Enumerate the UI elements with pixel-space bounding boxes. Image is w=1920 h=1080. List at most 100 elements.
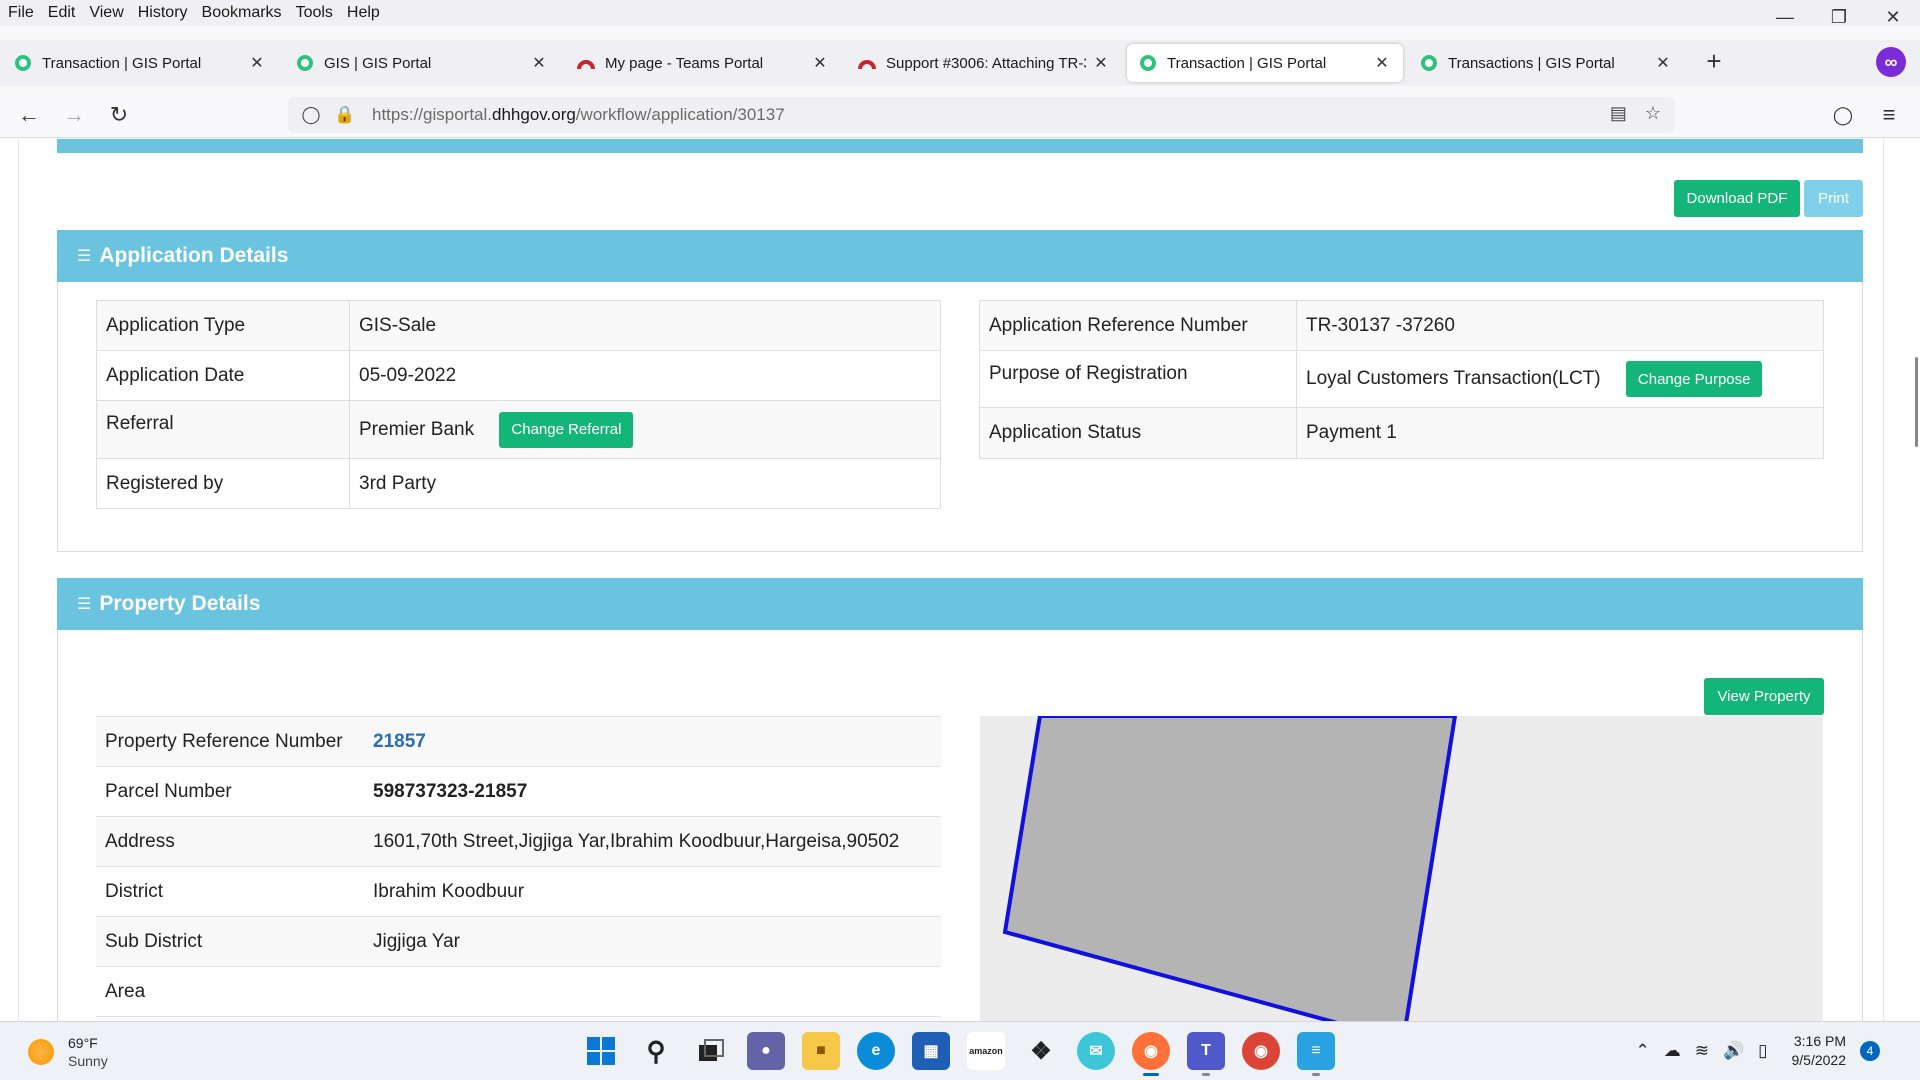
tab-transactions[interactable]: Transactions | GIS Portal ✕ <box>1408 44 1684 82</box>
sun-icon <box>28 1039 54 1065</box>
tab-title: Support #3006: Attaching TR-30 <box>886 54 1086 72</box>
close-window-button[interactable]: ✕ <box>1866 0 1920 34</box>
menu-bookmarks[interactable]: Bookmarks <box>195 4 289 22</box>
table-row: Address 1601,70th Street,Jigjiga Yar,Ibr… <box>96 816 941 867</box>
tab-title: GIS | GIS Portal <box>324 54 432 72</box>
scrollbar[interactable] <box>1915 357 1918 447</box>
taskbar-apps: ⚲ ● ■ e ▦ amazon ❖ ✉ ◉ T ◉ ≡ <box>582 1032 1335 1076</box>
url-bar[interactable]: ◯ 🔒 https://gisportal.dhhgov.org/workflo… <box>288 97 1675 133</box>
notepad-icon[interactable]: ≡ <box>1297 1032 1335 1076</box>
mail-icon[interactable]: ✉ <box>1077 1032 1115 1070</box>
change-referral-button[interactable]: Change Referral <box>499 411 634 448</box>
teams-icon[interactable]: T <box>1187 1032 1225 1076</box>
close-icon[interactable]: ✕ <box>1092 53 1110 73</box>
extension-icon[interactable]: ∞ <box>1876 47 1906 77</box>
reader-view-icon[interactable]: ▤ <box>1610 103 1627 124</box>
tab-title: Transaction | GIS Portal <box>1167 54 1327 72</box>
pocket-icon[interactable]: ◯ <box>1826 98 1860 132</box>
reload-button[interactable]: ↻ <box>102 98 136 132</box>
onedrive-icon[interactable]: ☁ <box>1664 1041 1681 1061</box>
menu-file[interactable]: File <box>0 4 41 22</box>
tab-transaction-1[interactable]: Transaction | GIS Portal ✕ <box>2 44 278 82</box>
field-value: Payment 1 <box>1296 407 1824 459</box>
table-row: Sub District Jigjiga Yar <box>96 916 941 967</box>
volume-icon[interactable]: 🔊 <box>1723 1041 1744 1061</box>
close-icon[interactable]: ✕ <box>811 53 829 73</box>
tracking-shield-icon[interactable]: ◯ <box>300 105 322 125</box>
table-row: Application Status Payment 1 <box>979 407 1824 459</box>
change-purpose-button[interactable]: Change Purpose <box>1625 361 1763 397</box>
field-value: 1601,70th Street,Jigjiga Yar,Ibrahim Koo… <box>364 816 941 867</box>
close-icon[interactable]: ✕ <box>248 53 266 73</box>
menu-history[interactable]: History <box>131 4 195 22</box>
menu-edit[interactable]: Edit <box>41 4 83 22</box>
table-row: Property Reference Number 21857 <box>96 716 941 767</box>
field-value: 598737323-21857 <box>364 766 941 817</box>
menu-help[interactable]: Help <box>340 4 387 22</box>
back-button[interactable]: ← <box>12 98 46 132</box>
field-label: Purpose of Registration <box>979 350 1297 408</box>
table-row: District Ibrahim Koodbuur <box>96 866 941 917</box>
bookmark-star-icon[interactable]: ☆ <box>1645 103 1661 124</box>
weather-widget[interactable]: 69°F Sunny <box>28 1034 108 1070</box>
close-icon[interactable]: ✕ <box>530 53 548 73</box>
lock-icon[interactable]: 🔒 <box>334 105 356 125</box>
restore-button[interactable]: ❐ <box>1812 0 1866 34</box>
clock[interactable]: 3:16 PM 9/5/2022 <box>1792 1032 1847 1070</box>
dropbox-icon[interactable]: ❖ <box>1022 1032 1060 1070</box>
task-view-icon[interactable] <box>692 1032 730 1070</box>
field-label: Sub District <box>96 916 364 967</box>
chevron-up-icon[interactable]: ⌃ <box>1635 1041 1649 1061</box>
tab-gis[interactable]: GIS | GIS Portal ✕ <box>284 44 560 82</box>
chrome-icon[interactable]: ◉ <box>1242 1032 1280 1070</box>
edge-icon[interactable]: e <box>857 1032 895 1070</box>
purpose-value: Loyal Customers Transaction(LCT) <box>1306 368 1601 390</box>
property-reference-link[interactable]: 21857 <box>364 716 941 767</box>
application-details-title: Application Details <box>99 244 289 267</box>
previous-panel-header <box>57 139 1863 153</box>
amazon-icon[interactable]: amazon <box>967 1032 1005 1070</box>
search-icon[interactable]: ⚲ <box>637 1032 675 1070</box>
start-icon[interactable] <box>582 1032 620 1070</box>
field-value: 3rd Party <box>349 458 941 509</box>
menu-view[interactable]: View <box>82 4 130 22</box>
application-right-table: Application Reference Number TR-30137 -3… <box>979 300 1824 459</box>
hamburger-menu-icon[interactable]: ≡ <box>1872 98 1906 132</box>
application-details-header: ☰ Application Details <box>57 230 1863 282</box>
close-icon[interactable]: ✕ <box>1654 53 1672 73</box>
close-icon[interactable]: ✕ <box>1373 53 1391 73</box>
field-label: Referral <box>96 400 350 459</box>
forward-button[interactable]: → <box>57 98 91 132</box>
store-icon[interactable]: ▦ <box>912 1032 950 1070</box>
property-table: Property Reference Number 21857 Parcel N… <box>96 716 941 1017</box>
notification-badge[interactable]: 4 <box>1860 1041 1880 1061</box>
url-text[interactable]: https://gisportal.dhhgov.org/workflow/ap… <box>372 105 785 125</box>
teams-chat-icon[interactable]: ● <box>747 1032 785 1070</box>
field-label: District <box>96 866 364 917</box>
list-icon: ☰ <box>77 248 92 265</box>
tab-transaction-active[interactable]: Transaction | GIS Portal ✕ <box>1127 44 1403 82</box>
download-pdf-button[interactable]: Download PDF <box>1674 180 1800 217</box>
tab-support[interactable]: Support #3006: Attaching TR-30 ✕ <box>846 44 1122 82</box>
battery-icon[interactable]: ▯ <box>1758 1041 1767 1061</box>
file-explorer-icon[interactable]: ■ <box>802 1032 840 1070</box>
field-value: GIS-Sale <box>349 300 941 351</box>
table-row: Purpose of Registration Loyal Customers … <box>979 350 1824 408</box>
system-tray: ⌃ ☁ ≋ 🔊 ▯ 3:16 PM 9/5/2022 4 <box>1635 1032 1880 1070</box>
field-label: Application Type <box>96 300 350 351</box>
minimize-button[interactable]: — <box>1758 0 1812 34</box>
firefox-icon[interactable]: ◉ <box>1132 1032 1170 1076</box>
taskbar: 69°F Sunny ⚲ ● ■ e ▦ amazon ❖ ✉ ◉ T ◉ ≡ … <box>0 1021 1920 1080</box>
redmine-favicon-icon <box>858 60 876 70</box>
redmine-favicon-icon <box>577 60 595 70</box>
menu-tools[interactable]: Tools <box>289 4 340 22</box>
property-map[interactable] <box>980 716 1823 1021</box>
tab-teams-portal[interactable]: My page - Teams Portal ✕ <box>565 44 841 82</box>
table-row: Parcel Number 598737323-21857 <box>96 766 941 817</box>
wifi-icon[interactable]: ≋ <box>1695 1041 1709 1061</box>
new-tab-button[interactable]: + <box>1700 48 1728 76</box>
print-button[interactable]: Print <box>1804 180 1863 217</box>
view-property-button[interactable]: View Property <box>1704 678 1824 715</box>
navigation-bar: ← → ↻ ◯ 🔒 https://gisportal.dhhgov.org/w… <box>0 92 1920 138</box>
parcel-polygon <box>1002 716 1458 1021</box>
